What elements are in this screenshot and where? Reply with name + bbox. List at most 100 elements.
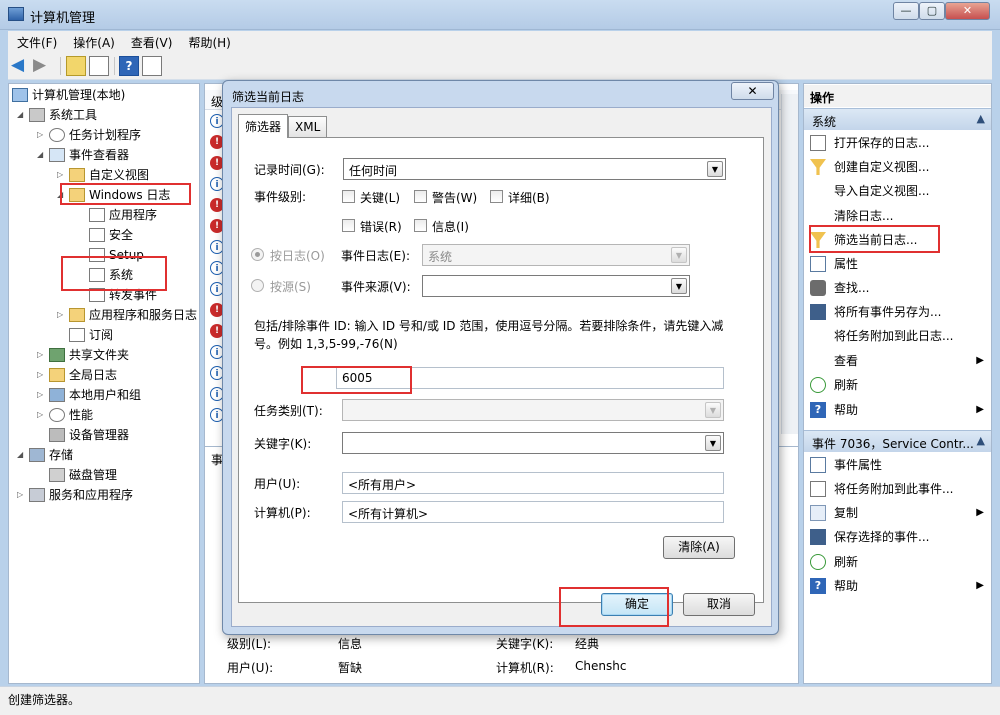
logged-select[interactable]: 任何时间 ▼ [343,158,726,180]
tree-node-security[interactable]: 安全 [89,225,133,245]
menu-help[interactable]: 帮助(H) [179,31,237,51]
action-save-all-events[interactable]: 将所有事件另存为... [810,301,988,323]
tree-node-performance[interactable]: ▷ 性能 [37,405,93,425]
action-find[interactable]: 查找... [810,277,988,299]
action-help[interactable]: ? 帮助 ▶ [810,399,988,421]
dropdown-arrow-icon: ▼ [705,435,721,451]
tree-node-storage[interactable]: ◢ 存储 [17,445,73,465]
tree-node-global-logs[interactable]: ▷ 全局日志 [37,365,117,385]
information-checkbox[interactable] [414,219,427,232]
expand-icon[interactable]: ▷ [37,365,49,385]
user-input[interactable]: <所有用户> [342,472,724,494]
error-checkbox[interactable] [342,219,355,232]
help-icon[interactable]: ? [119,56,139,76]
collapse-icon[interactable]: ▲ [977,112,985,125]
expand-icon[interactable]: ▷ [37,345,49,365]
warning-checkbox[interactable] [414,190,427,203]
action-properties[interactable]: 属性 [810,253,988,275]
action-label: 导入自定义视图... [834,184,930,198]
expand-icon[interactable]: ▷ [17,485,29,505]
action-open-saved-log[interactable]: 打开保存的日志... [810,132,988,154]
user-value: <所有用户> [348,478,417,492]
menu-action[interactable]: 操作(A) [64,31,122,51]
verbose-checkbox[interactable] [490,190,503,203]
logged-label: 记录时间(G): [254,163,325,177]
tree-label: 共享文件夹 [69,348,130,362]
tree-node-task-scheduler[interactable]: ▷ 任务计划程序 [37,125,141,145]
tree-node-services-apps[interactable]: ▷ 服务和应用程序 [17,485,133,505]
properties-icon [810,256,826,272]
action-label: 清除日志... [834,209,894,223]
event-logs-select[interactable]: 系统 ▼ [422,244,690,266]
action-help-event[interactable]: ? 帮助 ▶ [810,575,988,597]
tree-node-application[interactable]: 应用程序 [89,205,157,225]
expand-icon[interactable]: ▷ [57,305,69,325]
tree-node-subscriptions[interactable]: 订阅 [69,325,113,345]
maximize-button[interactable]: ▢ [919,2,945,20]
action-event-properties[interactable]: 事件属性 [810,454,988,476]
dialog-close-button[interactable]: ✕ [731,82,774,100]
folder-icon [69,308,85,322]
tree-node-shared-folders[interactable]: ▷ 共享文件夹 [37,345,129,365]
action-attach-task-event[interactable]: 将任务附加到此事件... [810,478,988,500]
back-arrow-icon[interactable]: ◀ [11,56,31,76]
action-clear-log[interactable]: 清除日志... [810,205,988,227]
toolbar-separator [60,57,61,75]
tree-node-root[interactable]: 计算机管理(本地) [12,85,125,105]
toolbar-separator [114,57,115,75]
tree-node-custom-views[interactable]: ▷ 自定义视图 [57,165,149,185]
task-category-select[interactable]: ▼ [342,399,724,421]
expand-icon[interactable]: ▷ [57,165,69,185]
clear-button[interactable]: 清除(A) [663,536,735,559]
critical-checkbox[interactable] [342,190,355,203]
expand-icon[interactable]: ▷ [37,385,49,405]
action-label: 打开保存的日志... [834,136,930,150]
actions-section-system[interactable]: 系统 ▲ [804,108,991,130]
refresh-icon [810,377,826,393]
computer-icon [12,88,28,102]
performance-icon [49,408,65,422]
action-create-custom-view[interactable]: 创建自定义视图... [810,156,988,178]
details-user-value: 暂缺 [338,661,363,675]
tree-node-local-users[interactable]: ▷ 本地用户和组 [37,385,141,405]
folder-icon [69,168,85,182]
tree-node-device-manager[interactable]: 设备管理器 [49,425,129,445]
show-hide-tree-icon[interactable] [89,56,109,76]
tab-xml[interactable]: XML [288,116,328,138]
submenu-arrow-icon: ▶ [976,580,984,591]
tab-filter[interactable]: 筛选器 [238,114,289,138]
by-log-radio[interactable] [251,248,264,261]
collapse-icon[interactable]: ◢ [17,445,29,465]
action-save-selected-events[interactable]: 保存选择的事件... [810,526,988,548]
action-refresh-event[interactable]: 刷新 [810,551,988,573]
action-import-custom-view[interactable]: 导入自定义视图... [810,180,988,202]
action-copy[interactable]: 复制 ▶ [810,502,988,524]
list-scrollbar[interactable] [781,94,798,434]
action-attach-task-log[interactable]: 将任务附加到此日志... [810,325,988,347]
actions-section-event[interactable]: 事件 7036，Service Contr... ▲ [804,430,991,452]
up-folder-icon[interactable] [66,56,86,76]
tree-node-app-service-logs[interactable]: ▷ 应用程序和服务日志 [57,305,197,325]
event-sources-select[interactable]: ▼ [422,275,690,297]
minimize-button[interactable]: — [893,2,919,20]
action-view[interactable]: 查看 ▶ [810,350,988,372]
computer-input[interactable]: <所有计算机> [342,501,724,523]
expand-icon[interactable]: ▷ [37,125,49,145]
close-button[interactable]: ✕ [945,2,990,20]
collapse-icon[interactable]: ▲ [977,434,985,447]
status-bar: 创建筛选器。 [0,686,1000,715]
forward-arrow-icon[interactable]: ▶ [33,56,53,76]
action-refresh[interactable]: 刷新 [810,374,988,396]
show-action-pane-icon[interactable] [142,56,162,76]
collapse-icon[interactable]: ◢ [37,145,49,165]
cancel-button[interactable]: 取消 [683,593,755,616]
menu-file[interactable]: 文件(F) [8,31,64,51]
by-source-radio[interactable] [251,279,264,292]
keywords-select[interactable]: ▼ [342,432,724,454]
tree-node-disk-management[interactable]: 磁盘管理 [49,465,117,485]
tree-node-event-viewer[interactable]: ◢ 事件查看器 [37,145,129,165]
tree-node-system-tools[interactable]: ◢ 系统工具 [17,105,97,125]
expand-icon[interactable]: ▷ [37,405,49,425]
collapse-icon[interactable]: ◢ [17,105,29,125]
menu-view[interactable]: 查看(V) [122,31,180,51]
